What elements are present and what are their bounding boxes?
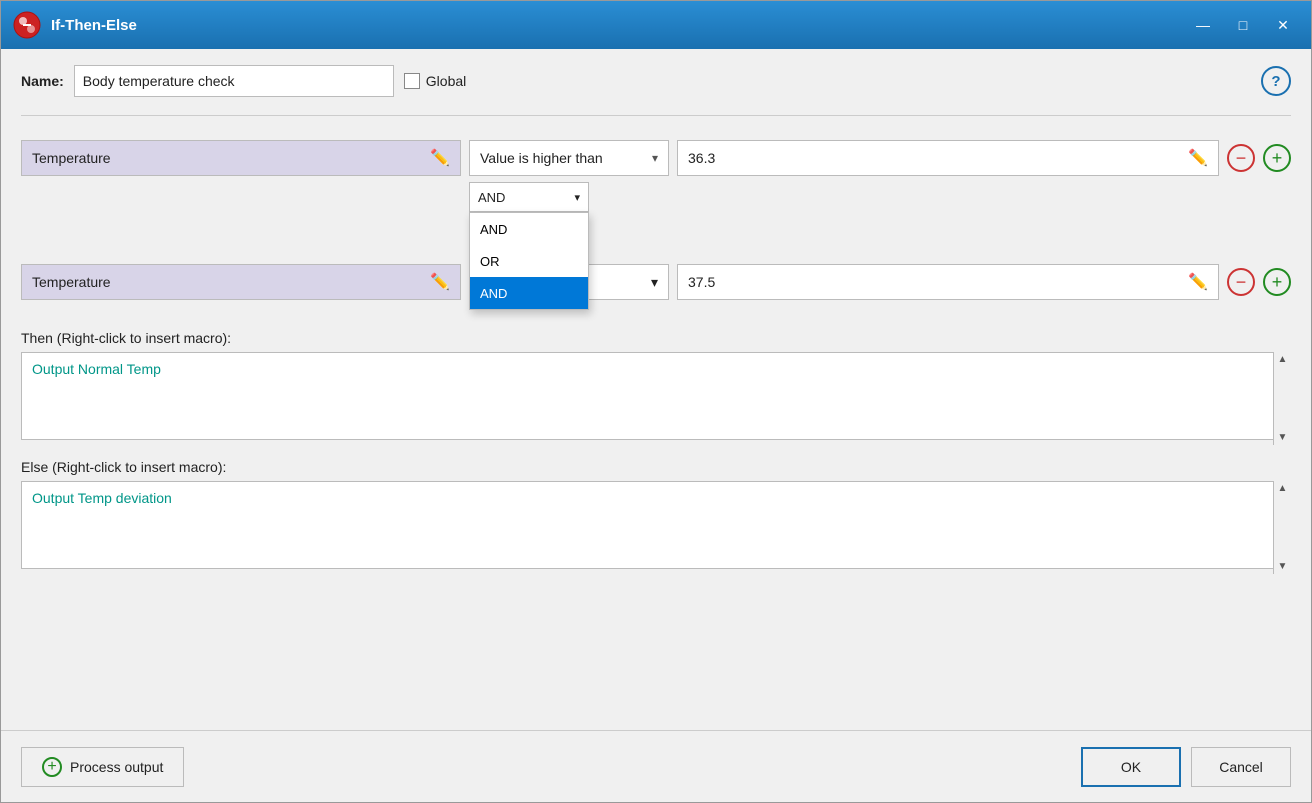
- else-label: Else (Right-click to insert macro):: [21, 459, 1291, 475]
- global-checkbox-wrapper: Global: [404, 73, 466, 89]
- then-scrollbar[interactable]: ▲ ▼: [1273, 352, 1291, 445]
- name-input[interactable]: [74, 65, 394, 97]
- condition1-operator-text: Value is higher than: [480, 150, 603, 166]
- condition2-add-button[interactable]: +: [1263, 268, 1291, 296]
- condition1-value: 36.3 ✏️: [677, 140, 1219, 176]
- global-label: Global: [426, 73, 466, 89]
- plus-circle-icon: +: [42, 757, 62, 777]
- and-or-selected-text: AND: [478, 190, 505, 205]
- condition1-add-button[interactable]: +: [1263, 144, 1291, 172]
- and-or-dropdown: AND OR AND: [469, 212, 589, 310]
- else-textarea-wrapper: Output Temp deviation ▲ ▼: [21, 481, 1291, 574]
- condition2-value-edit-icon[interactable]: ✏️: [1188, 272, 1208, 292]
- else-section: Else (Right-click to insert macro): Outp…: [21, 459, 1291, 574]
- and-or-chevron-icon: ▾: [574, 191, 580, 204]
- close-button[interactable]: ✕: [1267, 11, 1299, 39]
- else-scroll-down-icon[interactable]: ▼: [1278, 561, 1288, 572]
- and-or-select[interactable]: AND ▾: [469, 182, 589, 212]
- condition-row-2: Temperature ✏️ Value is AND ▾ 37.5 ✏️ − …: [21, 264, 1291, 300]
- condition1-value-text: 36.3: [688, 150, 715, 166]
- condition1-remove-button[interactable]: −: [1227, 144, 1255, 172]
- and-or-option-or[interactable]: OR: [470, 245, 588, 277]
- help-button[interactable]: ?: [1261, 66, 1291, 96]
- scroll-up-icon[interactable]: ▲: [1278, 354, 1288, 365]
- condition1-value-edit-icon[interactable]: ✏️: [1188, 148, 1208, 168]
- then-textarea-wrapper: Output Normal Temp ▲ ▼: [21, 352, 1291, 445]
- name-row: Name: Global ?: [21, 65, 1291, 97]
- cancel-button[interactable]: Cancel: [1191, 747, 1291, 787]
- condition1-operator[interactable]: Value is higher than ▾: [469, 140, 669, 176]
- condition2-chevron-icon: ▾: [651, 274, 658, 291]
- condition2-value: 37.5 ✏️: [677, 264, 1219, 300]
- then-label: Then (Right-click to insert macro):: [21, 330, 1291, 346]
- conditions-area: Temperature ✏️ Value is higher than ▾ 36…: [21, 140, 1291, 310]
- condition1-variable: Temperature ✏️: [21, 140, 461, 176]
- ok-button[interactable]: OK: [1081, 747, 1181, 787]
- then-textarea[interactable]: Output Normal Temp: [21, 352, 1291, 440]
- condition2-variable: Temperature ✏️: [21, 264, 461, 300]
- window-controls: — □ ✕: [1187, 11, 1299, 39]
- minimize-button[interactable]: —: [1187, 11, 1219, 39]
- condition1-variable-text: Temperature: [32, 150, 111, 166]
- and-or-area: AND ▾ AND OR AND: [469, 182, 1291, 212]
- condition1-edit-icon[interactable]: ✏️: [430, 148, 450, 168]
- and-or-option-and-2[interactable]: AND: [470, 277, 588, 309]
- global-checkbox[interactable]: [404, 73, 420, 89]
- chevron-down-icon: ▾: [652, 151, 658, 165]
- else-scroll-up-icon[interactable]: ▲: [1278, 483, 1288, 494]
- condition2-edit-icon[interactable]: ✏️: [430, 272, 450, 292]
- else-textarea[interactable]: Output Temp deviation: [21, 481, 1291, 569]
- divider-1: [21, 115, 1291, 116]
- name-label: Name:: [21, 73, 64, 89]
- condition2-remove-button[interactable]: −: [1227, 268, 1255, 296]
- condition2-value-text: 37.5: [688, 274, 715, 290]
- condition-row-1: Temperature ✏️ Value is higher than ▾ 36…: [21, 140, 1291, 176]
- condition2-variable-text: Temperature: [32, 274, 111, 290]
- dialog-content: Name: Global ? Temperature ✏️ Value is h…: [1, 49, 1311, 730]
- process-output-button[interactable]: + Process output: [21, 747, 184, 787]
- else-scrollbar[interactable]: ▲ ▼: [1273, 481, 1291, 574]
- bottom-right-buttons: OK Cancel: [1081, 747, 1291, 787]
- maximize-button[interactable]: □: [1227, 11, 1259, 39]
- process-output-label: Process output: [70, 759, 163, 775]
- title-bar: If-Then-Else — □ ✕: [1, 1, 1311, 49]
- and-or-option-and-1[interactable]: AND: [470, 213, 588, 245]
- scroll-down-icon[interactable]: ▼: [1278, 432, 1288, 443]
- app-icon: [13, 11, 41, 39]
- if-then-else-dialog: If-Then-Else — □ ✕ Name: Global ? Temper…: [0, 0, 1312, 803]
- dialog-title: If-Then-Else: [51, 17, 1187, 34]
- then-section: Then (Right-click to insert macro): Outp…: [21, 330, 1291, 445]
- bottom-bar: + Process output OK Cancel: [1, 730, 1311, 802]
